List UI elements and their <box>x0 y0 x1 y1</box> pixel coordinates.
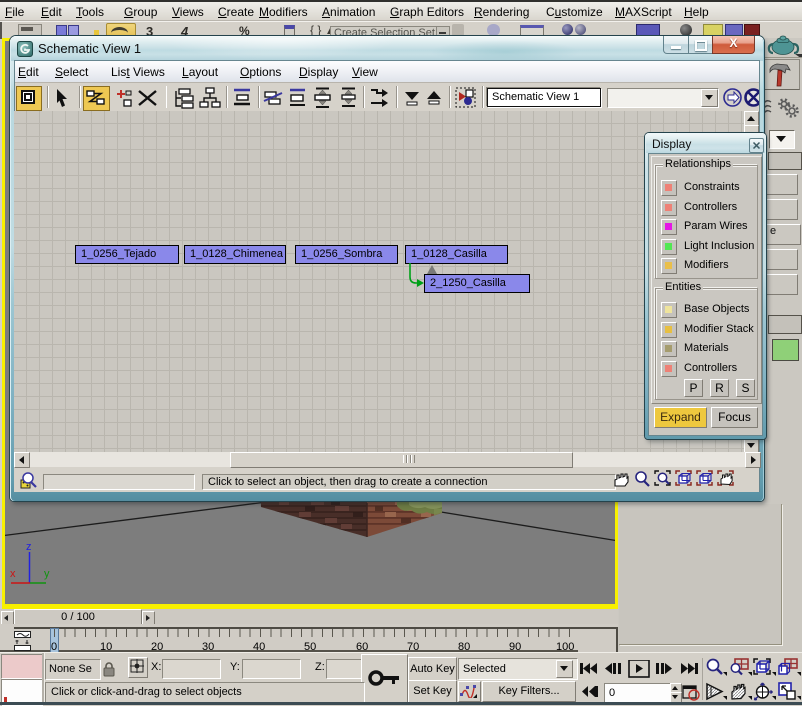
svg-text:z: z <box>26 541 32 553</box>
svg-text:y: y <box>44 568 50 580</box>
svg-text:x: x <box>10 568 16 580</box>
